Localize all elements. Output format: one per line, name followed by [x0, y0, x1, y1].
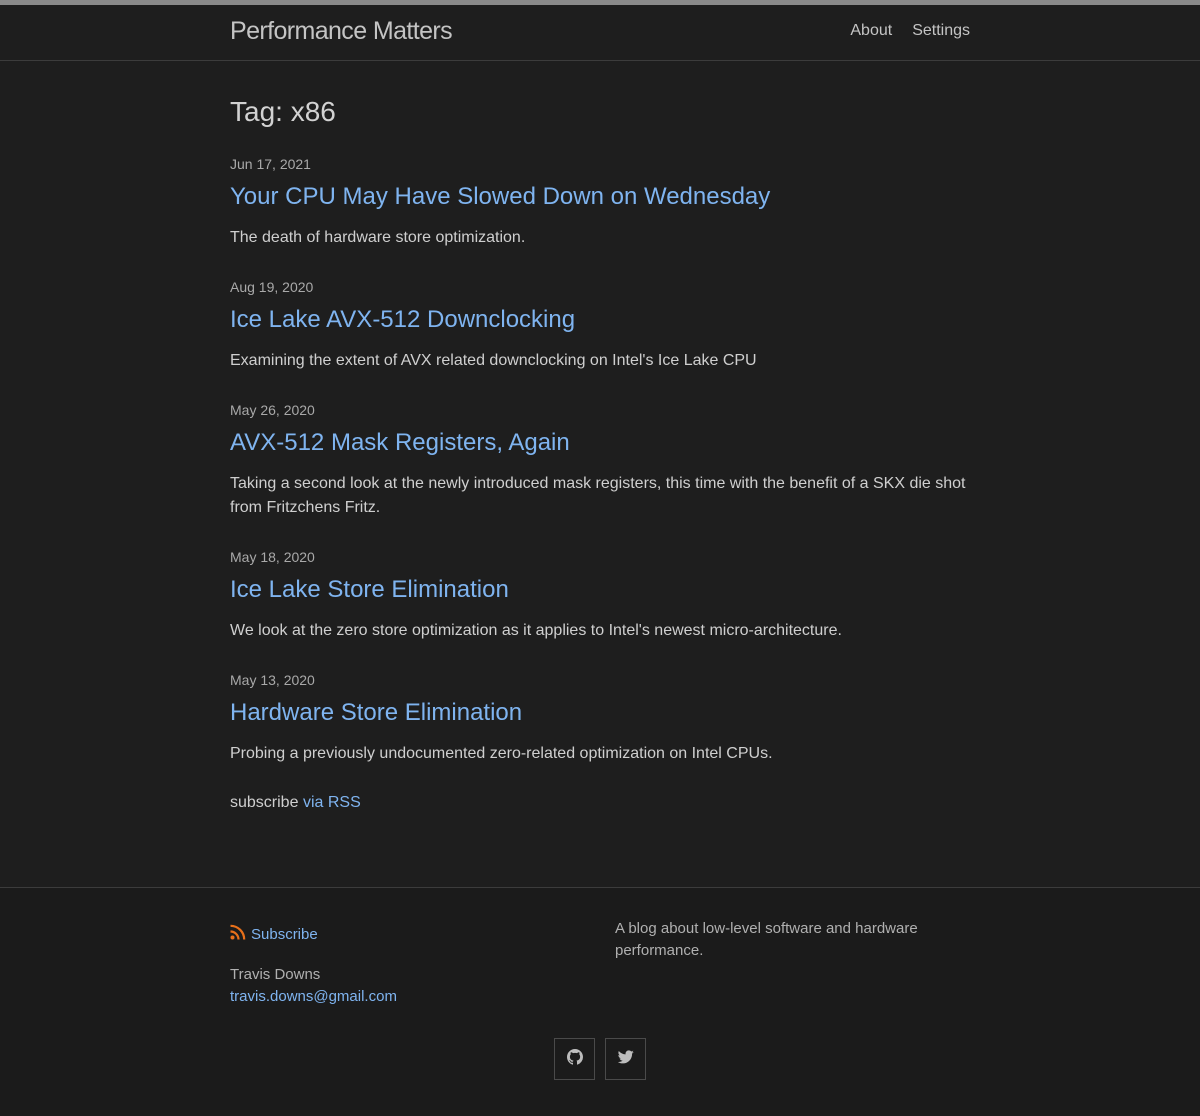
- post-date: May 13, 2020: [230, 672, 315, 688]
- twitter-button[interactable]: [605, 1038, 646, 1080]
- post-title-link[interactable]: AVX-512 Mask Registers, Again: [230, 428, 970, 458]
- post-date: May 26, 2020: [230, 402, 315, 418]
- list-item: May 26, 2020 AVX-512 Mask Registers, Aga…: [230, 401, 970, 520]
- post-date: Jun 17, 2021: [230, 156, 311, 172]
- footer-author: Travis Downs: [230, 966, 321, 983]
- post-date: Aug 19, 2020: [230, 279, 314, 295]
- twitter-icon: [617, 1049, 634, 1069]
- nav-settings-link[interactable]: Settings: [912, 22, 970, 40]
- post-excerpt: Examining the extent of AVX related down…: [230, 352, 757, 369]
- footer-description: A blog about low-level software and hard…: [615, 920, 918, 959]
- site-title-link[interactable]: Performance Matters: [230, 17, 453, 46]
- footer-email-link[interactable]: travis.downs@gmail.com: [230, 986, 590, 1008]
- post-title-link[interactable]: Hardware Store Elimination: [230, 698, 970, 728]
- github-icon: [566, 1048, 583, 1070]
- nav-about-link[interactable]: About: [850, 22, 892, 40]
- post-excerpt: Probing a previously undocumented zero-r…: [230, 745, 773, 762]
- github-button[interactable]: [554, 1038, 595, 1080]
- post-list: Jun 17, 2021 Your CPU May Have Slowed Do…: [230, 155, 970, 766]
- post-title-link[interactable]: Ice Lake AVX-512 Downclocking: [230, 305, 970, 335]
- site-header: Performance Matters About Settings: [0, 5, 1200, 61]
- page-title: Tag: x86: [230, 96, 336, 127]
- rss-link[interactable]: via RSS: [303, 794, 361, 811]
- footer-contact: Subscribe Travis Downs travis.downs@gmai…: [230, 924, 590, 1008]
- list-item: May 13, 2020 Hardware Store Elimination …: [230, 671, 970, 766]
- footer-subscribe-link[interactable]: Subscribe: [230, 924, 590, 944]
- list-item: Jun 17, 2021 Your CPU May Have Slowed Do…: [230, 155, 970, 250]
- footer-subscribe-label: Subscribe: [251, 925, 318, 943]
- site-footer: Subscribe Travis Downs travis.downs@gmai…: [0, 887, 1200, 1116]
- post-excerpt: Taking a second look at the newly introd…: [230, 475, 966, 516]
- list-item: Aug 19, 2020 Ice Lake AVX-512 Downclocki…: [230, 278, 970, 373]
- post-title-link[interactable]: Ice Lake Store Elimination: [230, 575, 970, 605]
- post-excerpt: We look at the zero store optimization a…: [230, 622, 842, 639]
- list-item: May 18, 2020 Ice Lake Store Elimination …: [230, 548, 970, 643]
- post-title-link[interactable]: Your CPU May Have Slowed Down on Wednesd…: [230, 182, 970, 212]
- main-content: Tag: x86 Jun 17, 2021 Your CPU May Have …: [230, 61, 970, 812]
- main-nav: About Settings: [850, 22, 970, 40]
- post-excerpt: The death of hardware store optimization…: [230, 229, 526, 246]
- post-date: May 18, 2020: [230, 549, 315, 565]
- rss-subscribe-prefix: subscribe: [230, 794, 299, 811]
- rss-subscribe: subscribe via RSS: [230, 794, 970, 812]
- rss-icon: [230, 924, 246, 944]
- social-links: [554, 1038, 646, 1080]
